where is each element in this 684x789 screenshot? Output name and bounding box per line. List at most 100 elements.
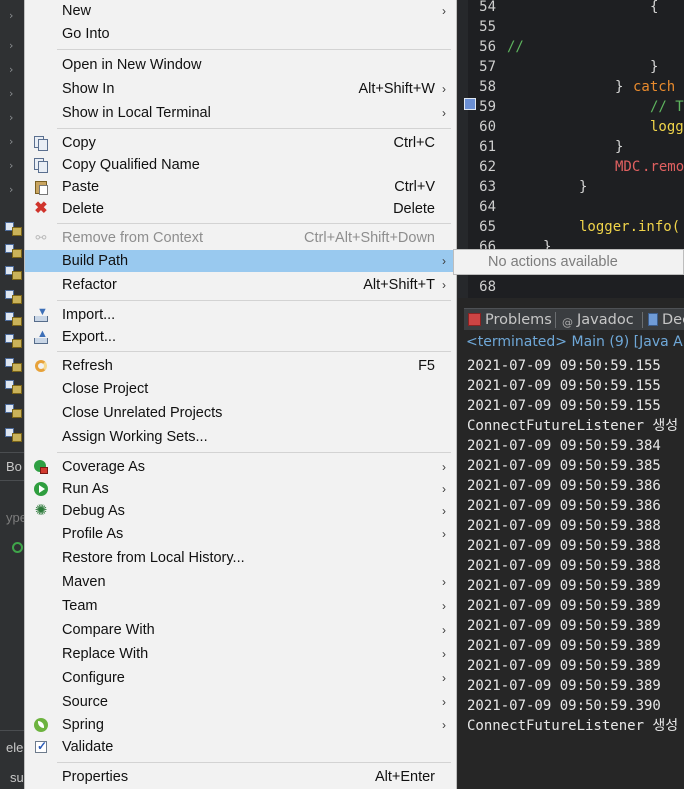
delete-icon: ✖	[34, 200, 48, 217]
line-number: 63	[479, 179, 496, 195]
java-project-icon[interactable]	[5, 358, 22, 373]
submenu-arrow-icon: ›	[442, 671, 446, 685]
menu-item-compare-with[interactable]: Compare With ›	[25, 619, 456, 641]
menu-item-restore-from-local-history[interactable]: Restore from Local History...	[25, 547, 456, 569]
paste-icon	[33, 179, 49, 195]
menu-item-show-in-local-terminal[interactable]: Show in Local Terminal ›	[25, 102, 456, 124]
submenu-arrow-icon: ›	[442, 106, 446, 120]
menu-item-open-in-new-window[interactable]: Open in New Window	[25, 54, 456, 76]
context-menu: New › Go Into Open in New Window Show In…	[24, 0, 457, 789]
menu-item-export[interactable]: ▲ Export...	[25, 326, 456, 348]
menu-item-new[interactable]: New ›	[25, 0, 456, 22]
code-object: MDC	[615, 159, 641, 175]
menu-item-validate[interactable]: ✓ Validate	[25, 736, 456, 758]
menu-item-team[interactable]: Team ›	[25, 595, 456, 617]
line-number: 68	[479, 279, 496, 295]
java-project-icon[interactable]	[5, 334, 22, 349]
submenu-arrow-icon: ›	[442, 695, 446, 709]
console-log-line: 2021-07-09 09:50:59.389	[467, 618, 661, 634]
code-text: logger.info(	[579, 219, 681, 235]
menu-item-refresh[interactable]: Refresh F5	[25, 355, 456, 377]
view-tab-fragment[interactable]: Bo	[6, 459, 22, 474]
console-log-line: 2021-07-09 09:50:59.389	[467, 638, 661, 654]
declaration-icon	[648, 313, 658, 326]
console-log-line: 2021-07-09 09:50:59.155	[467, 378, 661, 394]
code-text: logg	[650, 119, 684, 135]
tree-expand-chevron[interactable]: ›	[9, 184, 19, 196]
line-number: 57	[479, 59, 496, 75]
menu-item-assign-working-sets[interactable]: Assign Working Sets...	[25, 426, 456, 448]
java-project-icon[interactable]	[5, 312, 22, 327]
copy-qualified-name-icon	[33, 157, 49, 173]
tab-problems[interactable]: Problems	[468, 309, 552, 331]
menu-item-go-into[interactable]: Go Into	[25, 23, 456, 45]
menu-item-import[interactable]: ▼ Import...	[25, 304, 456, 326]
menu-item-configure[interactable]: Configure ›	[25, 667, 456, 689]
tree-expand-chevron[interactable]: ›	[9, 64, 19, 76]
menu-item-build-path[interactable]: Build Path ›	[25, 250, 456, 272]
menu-item-coverage-as[interactable]: Coverage As ›	[25, 456, 456, 478]
text-fragment: elen	[6, 740, 26, 755]
tree-expand-chevron[interactable]: ›	[9, 112, 19, 124]
menu-item-paste[interactable]: Paste Ctrl+V	[25, 176, 456, 198]
tree-expand-chevron[interactable]: ›	[9, 40, 19, 52]
tree-expand-chevron[interactable]: ›	[9, 88, 19, 100]
line-number: 62	[479, 159, 496, 175]
console-log-line: ConnectFutureListener 생성	[467, 418, 679, 434]
tree-expand-chevron[interactable]: ›	[9, 10, 19, 22]
validate-icon: ✓	[35, 739, 48, 753]
console-log-line: 2021-07-09 09:50:59.155	[467, 398, 661, 414]
line-number: 58	[479, 79, 496, 95]
menu-item-run-as[interactable]: Run As ›	[25, 478, 456, 500]
menu-item-close-unrelated-projects[interactable]: Close Unrelated Projects	[25, 402, 456, 424]
java-project-icon[interactable]	[5, 404, 22, 419]
menu-item-show-in[interactable]: Show In Alt+Shift+W ›	[25, 78, 456, 100]
code-text: //	[507, 39, 524, 55]
line-number: 60	[479, 119, 496, 135]
code-text: }	[615, 139, 624, 155]
code-text: }	[650, 59, 659, 75]
shortcut-label: Alt+Enter	[374, 769, 435, 785]
menu-item-debug-as[interactable]: ✺ Debug As ›	[25, 500, 456, 522]
submenu-arrow-icon: ›	[442, 254, 446, 268]
view-tab-bar: Problems @Javadoc Dec	[464, 308, 684, 330]
run-icon	[33, 481, 49, 497]
edit-marker-icon[interactable]	[464, 98, 476, 110]
menu-item-copy-qualified-name[interactable]: Copy Qualified Name	[25, 154, 456, 176]
menu-item-delete[interactable]: ✖ Delete Delete	[25, 198, 456, 220]
menu-item-source[interactable]: Source ›	[25, 691, 456, 713]
menu-item-refactor[interactable]: Refactor Alt+Shift+T ›	[25, 274, 456, 296]
console-log-line: 2021-07-09 09:50:59.386	[467, 478, 661, 494]
java-project-icon[interactable]	[5, 290, 22, 305]
menu-item-close-project[interactable]: Close Project	[25, 378, 456, 400]
filter-input-fragment[interactable]: ype	[6, 510, 26, 525]
console-log-line: 2021-07-09 09:50:59.389	[467, 578, 661, 594]
submenu-arrow-icon: ›	[442, 4, 446, 18]
menu-item-properties[interactable]: Properties Alt+Enter	[25, 766, 456, 788]
tab-javadoc[interactable]: @ Javadoc	[562, 309, 634, 331]
menu-item-copy[interactable]: Copy Ctrl+C	[25, 132, 456, 154]
console-log-line: 2021-07-09 09:50:59.386	[467, 498, 661, 514]
java-project-icon[interactable]	[5, 428, 22, 443]
console-log-line: 2021-07-09 09:50:59.155	[467, 358, 661, 374]
java-project-icon[interactable]	[5, 222, 22, 237]
java-project-icon[interactable]	[5, 266, 22, 281]
coverage-icon	[33, 459, 49, 475]
menu-item-replace-with[interactable]: Replace With ›	[25, 643, 456, 665]
submenu-arrow-icon: ›	[442, 575, 446, 589]
tree-expand-chevron[interactable]: ›	[9, 160, 19, 172]
submenu-arrow-icon: ›	[442, 527, 446, 541]
menu-item-spring[interactable]: Spring ›	[25, 714, 456, 736]
line-number: 56	[479, 39, 496, 55]
submenu-item-no-actions: No actions available	[488, 254, 618, 270]
menu-item-maven[interactable]: Maven ›	[25, 571, 456, 593]
import-icon: ▼	[33, 307, 49, 323]
console-title: <terminated> Main (9) [Java Ap	[466, 334, 684, 350]
code-text: {	[650, 0, 659, 15]
tab-declaration[interactable]: Dec	[648, 309, 684, 331]
line-number: 64	[479, 199, 496, 215]
java-project-icon[interactable]	[5, 244, 22, 259]
java-project-icon[interactable]	[5, 380, 22, 395]
menu-item-profile-as[interactable]: Profile As ›	[25, 523, 456, 545]
tree-expand-chevron[interactable]: ›	[9, 136, 19, 148]
